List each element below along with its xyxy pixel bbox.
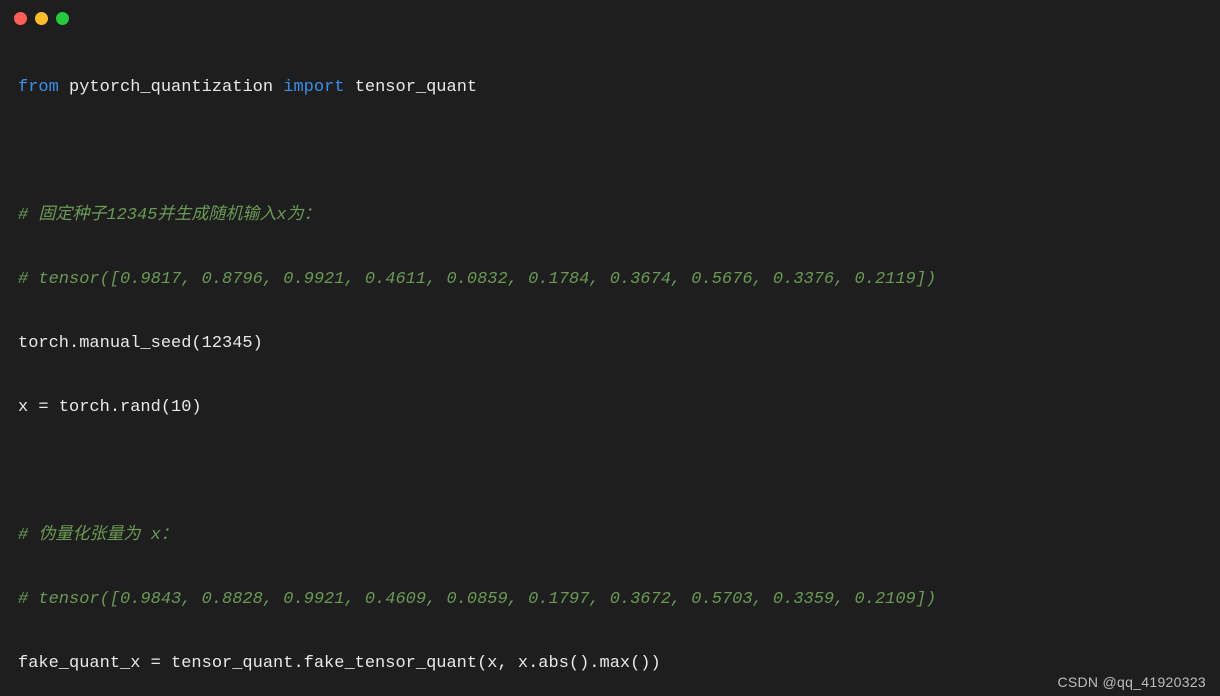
window-titlebar bbox=[0, 0, 1220, 36]
comment-line: # 固定种子12345并生成随机输入x为： bbox=[18, 193, 1202, 238]
code-line-import: from pytorch_quantization import tensor_… bbox=[18, 65, 1202, 110]
blank-line bbox=[18, 129, 1202, 174]
comment-line: # tensor([0.9843, 0.8828, 0.9921, 0.4609… bbox=[18, 577, 1202, 622]
comment-line: # 伪量化张量为 x： bbox=[18, 513, 1202, 558]
code-line: fake_quant_x = tensor_quant.fake_tensor_… bbox=[18, 641, 1202, 686]
module-name: pytorch_quantization bbox=[69, 78, 273, 97]
watermark-text: CSDN @qq_41920323 bbox=[1057, 674, 1206, 690]
code-line: torch.manual_seed(12345) bbox=[18, 321, 1202, 366]
minimize-icon[interactable] bbox=[35, 12, 48, 25]
import-name: tensor_quant bbox=[355, 78, 477, 97]
comment-line: # tensor([0.9817, 0.8796, 0.9921, 0.4611… bbox=[18, 257, 1202, 302]
keyword-from: from bbox=[18, 78, 59, 97]
code-block: from pytorch_quantization import tensor_… bbox=[0, 36, 1220, 696]
code-line: x = torch.rand(10) bbox=[18, 385, 1202, 430]
blank-line bbox=[18, 449, 1202, 494]
zoom-icon[interactable] bbox=[56, 12, 69, 25]
keyword-import: import bbox=[283, 78, 344, 97]
close-icon[interactable] bbox=[14, 12, 27, 25]
